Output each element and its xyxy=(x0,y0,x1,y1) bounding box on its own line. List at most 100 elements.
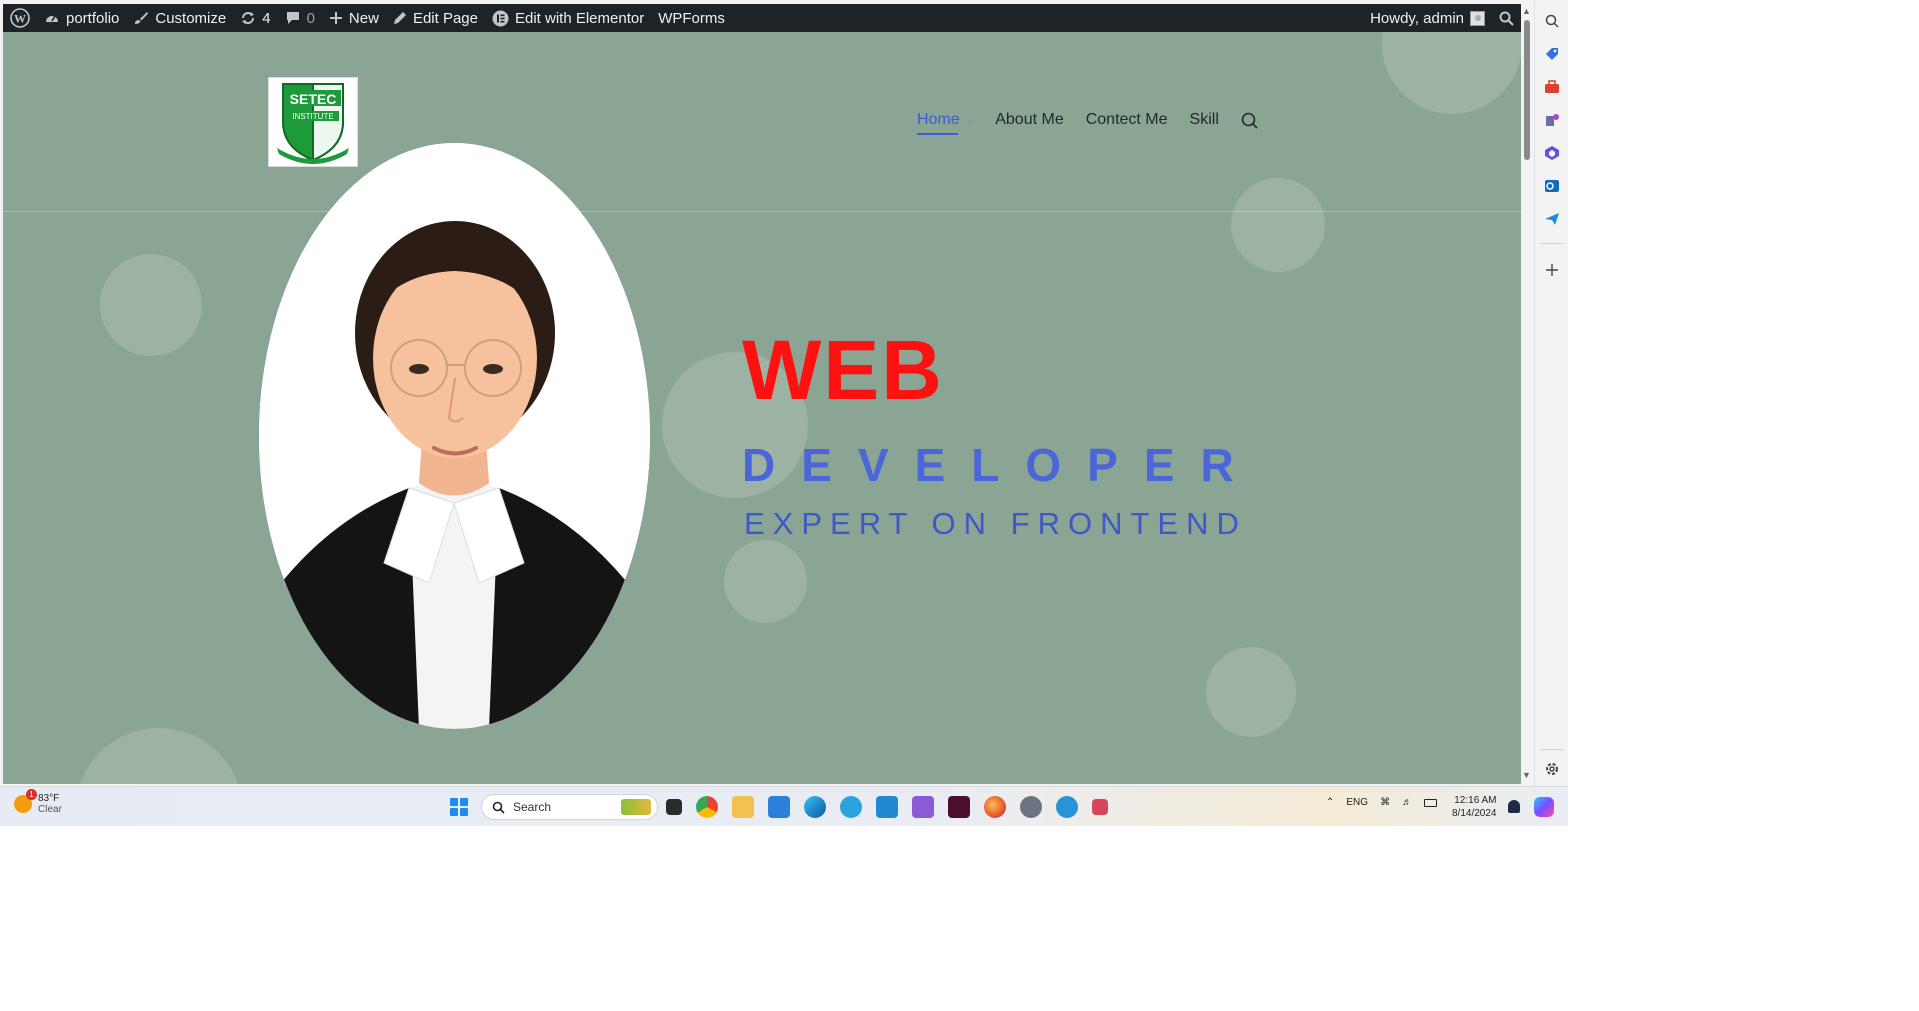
pencil-icon xyxy=(393,12,406,24)
battery-icon[interactable] xyxy=(1424,798,1438,807)
hero-title: WEB xyxy=(742,323,944,417)
taskbar-search-placeholder: Search xyxy=(513,800,552,814)
search-icon xyxy=(492,801,505,814)
dashboard-icon xyxy=(46,15,58,22)
notification-bell-icon[interactable] xyxy=(1508,800,1520,813)
desktop-window: W portfolio Customize 4 0 New Edit Page xyxy=(0,0,1568,826)
wpforms-menu[interactable]: WPForms xyxy=(651,4,732,32)
avatar xyxy=(1470,10,1485,26)
clock-date: 8/14/2024 xyxy=(1452,808,1497,819)
vscode-icon[interactable] xyxy=(876,796,898,818)
microsoft-store-icon[interactable] xyxy=(768,796,790,818)
svg-text:W: W xyxy=(14,12,26,26)
main-navigation: Home ⌄ About Me Contect Me Skill xyxy=(917,111,1258,135)
active-underline xyxy=(917,133,958,135)
snipping-tool-icon[interactable] xyxy=(1092,799,1108,815)
outlook-icon[interactable] xyxy=(1543,177,1561,195)
hero-subtitle: DEVELOPER xyxy=(742,439,1260,491)
portrait-illustration xyxy=(259,143,650,729)
firefox-icon[interactable] xyxy=(984,796,1006,818)
search-highlight-icon xyxy=(621,799,651,815)
toolbox-icon[interactable] xyxy=(1543,78,1561,96)
start-button[interactable] xyxy=(450,798,468,816)
windows-logo-tile xyxy=(450,808,458,816)
page-scrollbar[interactable]: ▲ ▼ xyxy=(1521,4,1533,784)
chrome-icon[interactable] xyxy=(696,796,718,818)
edit-page-link[interactable]: Edit Page xyxy=(386,4,485,32)
visual-studio-icon[interactable] xyxy=(912,796,934,818)
new-content-menu[interactable]: New xyxy=(322,4,386,32)
decorative-bubble xyxy=(75,728,243,784)
scroll-down-arrow-icon[interactable]: ▼ xyxy=(1522,770,1531,780)
nav-item-skill[interactable]: Skill xyxy=(1190,111,1219,129)
weather-temp: 83°F xyxy=(38,793,60,804)
wordpress-logo-menu[interactable]: W xyxy=(3,4,37,32)
search-icon[interactable] xyxy=(1543,12,1561,30)
weather-widget[interactable]: 1 83°F Clear xyxy=(14,789,62,815)
indesign-icon[interactable] xyxy=(948,796,970,818)
svg-text:INSTITUTE: INSTITUTE xyxy=(292,112,333,121)
scroll-up-arrow-icon[interactable]: ▲ xyxy=(1522,6,1531,16)
copilot-taskbar-icon[interactable] xyxy=(1534,797,1554,817)
nav-item-home[interactable]: Home ⌄ xyxy=(917,111,973,135)
site-logo[interactable]: SETEC INSTITUTE xyxy=(268,77,358,167)
nav-label-contact: Contect Me xyxy=(1085,111,1168,128)
copilot-icon[interactable] xyxy=(1543,144,1561,162)
edge-icon[interactable] xyxy=(804,796,826,818)
brush-icon xyxy=(135,12,149,24)
nav-label-skill: Skill xyxy=(1189,111,1219,128)
plus-icon xyxy=(329,12,342,24)
edit-with-elementor-link[interactable]: Edit with Elementor xyxy=(485,4,651,32)
browser-sidebar xyxy=(1534,0,1568,786)
svg-text:SETEC: SETEC xyxy=(290,91,337,107)
customize-label: Customize xyxy=(155,9,227,27)
tag-icon[interactable] xyxy=(1543,45,1561,63)
decorative-bubble xyxy=(1206,647,1296,737)
file-explorer-icon[interactable] xyxy=(732,796,754,818)
send-icon[interactable] xyxy=(1543,210,1561,228)
settings-icon[interactable] xyxy=(1020,796,1042,818)
site-search-button[interactable] xyxy=(1241,112,1258,129)
comments-link[interactable]: 0 xyxy=(278,4,322,32)
decorative-bubble xyxy=(724,540,807,623)
customize-link[interactable]: Customize xyxy=(126,4,233,32)
weather-desc: Clear xyxy=(38,804,62,815)
decorative-bubble xyxy=(1382,32,1521,114)
language-indicator[interactable]: ENG xyxy=(1346,797,1368,808)
new-label: New xyxy=(348,9,379,27)
site-name-label: portfolio xyxy=(66,9,120,27)
weather-sun-icon: 1 xyxy=(14,789,37,813)
windows-logo-tile xyxy=(450,798,458,806)
chevron-up-icon[interactable]: ⌃ xyxy=(1326,797,1334,808)
windows-taskbar: 1 83°F Clear Search ⌃ ENG ⌘ ♬ 12:16 AM 8… xyxy=(0,786,1568,826)
taskbar-search[interactable]: Search xyxy=(481,794,658,820)
updates-link[interactable]: 4 xyxy=(233,4,277,32)
nav-label-about: About Me xyxy=(995,111,1064,128)
search-icon xyxy=(1241,112,1258,129)
nav-item-contact[interactable]: Contect Me xyxy=(1086,111,1168,129)
site-name-menu[interactable]: portfolio xyxy=(37,4,126,32)
header-divider xyxy=(3,211,1521,212)
nav-item-about[interactable]: About Me xyxy=(995,111,1063,129)
telegram-alt-icon[interactable] xyxy=(1056,796,1078,818)
telegram-icon[interactable] xyxy=(840,796,862,818)
volume-icon[interactable]: ♬ xyxy=(1402,797,1412,808)
decorative-bubble xyxy=(100,254,202,356)
comment-icon xyxy=(286,12,299,24)
clock-time: 12:16 AM xyxy=(1454,795,1497,806)
wp-admin-bar: W portfolio Customize 4 0 New Edit Page xyxy=(3,4,1521,32)
scroll-thumb[interactable] xyxy=(1524,20,1530,160)
decorative-bubble xyxy=(1231,178,1325,272)
windows-logo-tile xyxy=(460,808,468,816)
task-view-icon[interactable] xyxy=(666,799,682,815)
settings-gear-icon[interactable] xyxy=(1543,760,1561,778)
system-clock[interactable]: 12:16 AM 8/14/2024 xyxy=(1452,794,1497,820)
search-icon xyxy=(1499,11,1514,26)
wifi-icon[interactable]: ⌘ xyxy=(1380,797,1390,808)
site-page: SETEC INSTITUTE Home ⌄ About Me Contect … xyxy=(3,32,1521,784)
admin-search-button[interactable] xyxy=(1492,4,1521,32)
games-icon[interactable] xyxy=(1543,111,1561,129)
add-icon[interactable] xyxy=(1543,261,1561,279)
wpforms-label: WPForms xyxy=(658,9,725,27)
account-menu[interactable]: Howdy, admin xyxy=(1363,4,1492,32)
